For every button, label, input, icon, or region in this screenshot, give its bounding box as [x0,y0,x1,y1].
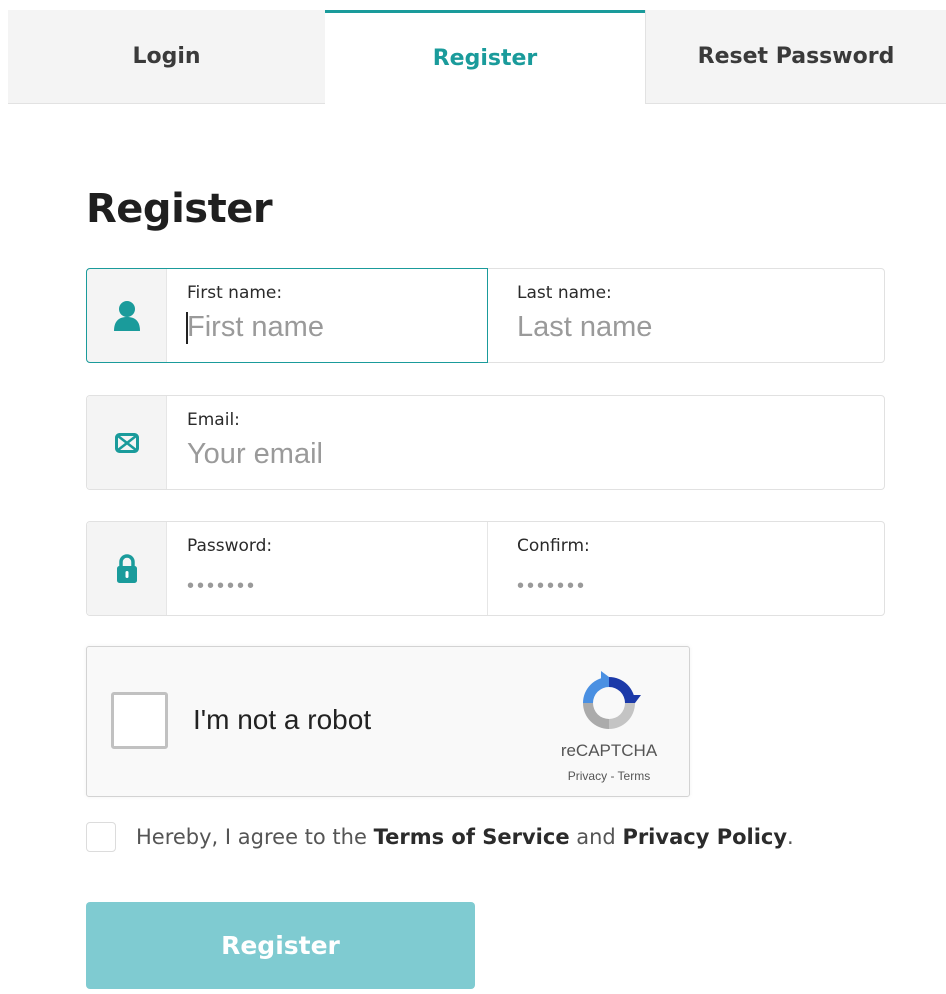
recaptcha-privacy-terms-link[interactable]: Privacy - Terms [537,769,681,783]
page-title: Register [86,186,273,232]
terms-of-service-link[interactable]: Terms of Service [374,825,570,849]
last-name-input[interactable] [517,309,874,345]
email-input[interactable] [187,436,865,472]
tab-reset-password[interactable]: Reset Password [645,10,946,104]
terms-suffix: . [787,825,794,849]
terms-agreement: Hereby, I agree to the Terms of Service … [86,822,794,852]
terms-middle: and [569,825,623,849]
confirm-group: Confirm: [488,522,885,615]
recaptcha-brand: reCAPTCHA [560,741,658,760]
recaptcha-checkbox[interactable] [111,692,168,749]
last-name-group: Last name: [488,269,885,362]
privacy-policy-link[interactable]: Privacy Policy [622,825,787,849]
tab-login[interactable]: Login [8,10,325,104]
email-row: Email: [86,395,885,490]
name-row: First name: Last name: [86,268,885,363]
recaptcha-logo-icon [575,669,643,737]
user-icon [87,269,167,362]
password-input[interactable] [187,568,467,604]
email-label: Email: [187,410,240,430]
email-group: Email: [167,396,885,489]
first-name-input[interactable] [187,309,467,345]
terms-text: Hereby, I agree to the Terms of Service … [136,825,794,849]
terms-prefix: Hereby, I agree to the [136,825,374,849]
register-button[interactable]: Register [86,902,475,989]
confirm-input[interactable] [517,568,874,604]
tab-register[interactable]: Register [325,10,645,104]
first-name-label: First name: [187,283,283,303]
terms-checkbox[interactable] [86,822,116,852]
first-name-group: First name: [167,269,487,362]
auth-tabs: Login Register Reset Password [8,10,946,104]
password-group: Password: [167,522,487,615]
lock-icon [87,522,167,615]
text-caret [186,312,188,344]
envelope-icon [87,396,167,489]
confirm-label: Confirm: [517,536,590,556]
recaptcha-label: I'm not a robot [193,704,372,735]
last-name-label: Last name: [517,283,612,303]
recaptcha-widget: I'm not a robot reCAPTCHA Privacy - Term… [86,646,690,797]
password-row: Password: Confirm: [86,521,885,616]
password-label: Password: [187,536,273,556]
